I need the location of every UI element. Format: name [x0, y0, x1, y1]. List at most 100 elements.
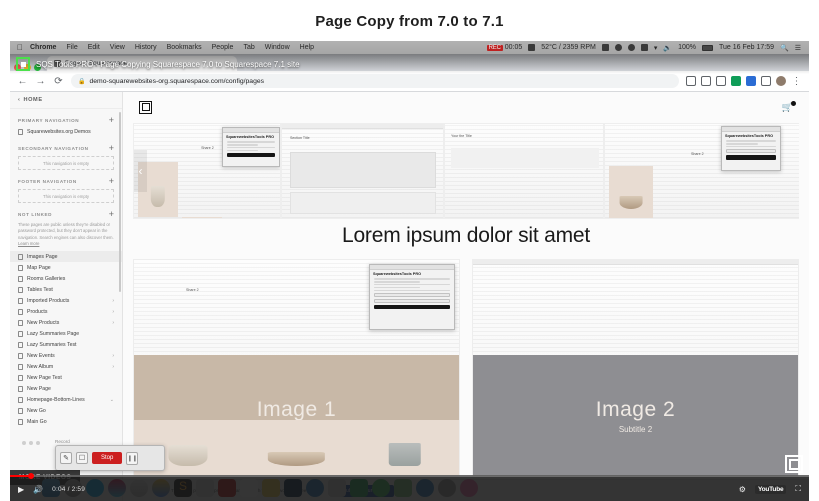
chevron-right-icon[interactable]: ›	[112, 353, 114, 359]
panel-grid-row[interactable]	[290, 192, 436, 214]
menubar-item-history[interactable]: History	[130, 44, 162, 51]
not-linked-page-list[interactable]: Images Page Map Page Rooms Galleries Tables…	[10, 251, 122, 427]
site-preview[interactable]: 🛒 Share 2 ‹ SquarewebsitesTools PRO Sect…	[123, 92, 809, 501]
video-player[interactable]:  Chrome File Edit View History Bookmark…	[10, 41, 809, 501]
menubar-battery[interactable]: 100%	[675, 44, 699, 51]
sidebar-item-squarewebsites-demos[interactable]: Squarewebsites.org Demos	[10, 126, 122, 137]
product-thumb[interactable]	[242, 419, 351, 476]
sidebar-home-link[interactable]: ‹ HOME	[10, 92, 122, 109]
sidebar-item-products[interactable]: Products ›	[10, 306, 122, 317]
panel-primary-button[interactable]	[227, 152, 275, 158]
menubar-item-bookmarks[interactable]: Bookmarks	[162, 44, 207, 51]
panel-primary-button[interactable]	[726, 155, 776, 160]
recorder-pause-button[interactable]: ❙❙	[126, 451, 139, 465]
youtube-logo[interactable]: YouTube	[754, 484, 787, 494]
sidebar-item-images-page[interactable]: Images Page	[10, 251, 122, 263]
product-thumb[interactable]	[657, 218, 701, 219]
sidebar-item-rooms-galleries[interactable]: Rooms Galleries	[10, 273, 122, 284]
panel-primary-button[interactable]	[374, 304, 450, 310]
sidebar-item-new-page-test[interactable]: New Page Test	[10, 372, 122, 383]
recorder-stop-button[interactable]: Stop	[92, 452, 123, 464]
youtube-controls-bar[interactable]: ▶ 🔊 0:04 / 2:59 ⚙ YouTube ⛶	[10, 473, 809, 501]
carousel-panel-3[interactable]: Your the Title	[444, 123, 604, 219]
keyboard-flag-icon[interactable]	[638, 44, 651, 51]
bookmark-icon[interactable]	[701, 76, 711, 86]
panel-button[interactable]	[726, 148, 776, 154]
product-thumb[interactable]	[350, 419, 459, 476]
product-thumb[interactable]	[609, 166, 653, 218]
plus-icon[interactable]: +	[109, 210, 114, 219]
gear-icon[interactable]: ⚙	[739, 485, 746, 494]
carousel-panel-2[interactable]: Section Title	[281, 123, 444, 219]
carousel-panel-4[interactable]: Share 2 SquarewebsitesTools PRO	[604, 123, 799, 219]
image-hero-2[interactable]: Image 2 Subtitle 2	[473, 355, 798, 476]
sidebar-item-lazy-summaries-test[interactable]: Lazy Summaries Test	[10, 339, 122, 350]
pro-tools-panel[interactable]: SquarewebsitesTools PRO	[369, 264, 455, 330]
reload-icon[interactable]: ⟳	[53, 76, 64, 87]
plus-icon[interactable]: +	[109, 116, 114, 125]
sidebar-item-lazy-summaries-page[interactable]: Lazy Summaries Page	[10, 328, 122, 339]
sidebar-item-tables-test[interactable]: Tables Test	[10, 284, 122, 295]
back-icon[interactable]: ←	[17, 76, 28, 87]
menubar-cpu-temp[interactable]: 52°C / 2359 RPM	[538, 44, 599, 51]
extension-blue-icon[interactable]	[746, 76, 756, 86]
play-icon[interactable]: ▶	[18, 485, 24, 494]
sidebar-item-new-events[interactable]: New Events ›	[10, 350, 122, 361]
sidebar-item-homepage-bottom-lines[interactable]: Homepage-Bottom-Lines ⌄	[10, 394, 122, 405]
menubar-item-people[interactable]: People	[207, 44, 239, 51]
menubar-item-help[interactable]: Help	[295, 44, 319, 51]
address-bar[interactable]: 🔒 demo-squarewebsites-org.squarespace.co…	[71, 74, 679, 88]
product-thumb[interactable]	[182, 217, 222, 218]
volume-icon[interactable]: 🔈	[660, 44, 675, 52]
bluetooth-icon[interactable]	[612, 44, 625, 51]
chevron-right-icon[interactable]: ›	[112, 364, 114, 370]
panel-button[interactable]	[374, 292, 450, 297]
sidebar-scrollbar[interactable]	[119, 112, 121, 292]
plus-icon[interactable]: +	[109, 144, 114, 153]
menubar-item-tab[interactable]: Tab	[238, 44, 259, 51]
menubar-clock[interactable]: Tue 16 Feb 17:59	[716, 44, 777, 51]
gallery-carousel[interactable]: Share 2 ‹ SquarewebsitesTools PRO Sectio…	[133, 123, 799, 219]
squarespace-logo-icon[interactable]	[139, 100, 152, 114]
preview-card-image-2[interactable]: Image 2 Subtitle 2	[472, 259, 799, 477]
chevron-right-icon[interactable]: ›	[112, 298, 114, 304]
extension-outline-icon[interactable]	[761, 76, 771, 86]
preview-card-image-1[interactable]: Share 2 Image 1 Subtitle 1 Square	[133, 259, 460, 477]
chevron-right-icon[interactable]: ›	[112, 309, 114, 315]
channel-watermark-icon[interactable]	[785, 455, 803, 473]
carousel-prev-button[interactable]: ‹	[134, 150, 147, 193]
panel-card-row[interactable]	[290, 152, 436, 188]
chevron-right-icon[interactable]: ›	[112, 320, 114, 326]
menubar-item-window[interactable]: Window	[260, 44, 295, 51]
panel-button[interactable]	[374, 298, 450, 304]
shopping-cart-icon[interactable]: 🛒	[782, 100, 796, 113]
chrome-menu-icon[interactable]: ⋮	[791, 76, 802, 87]
share-icon[interactable]	[686, 76, 696, 86]
pen-icon[interactable]: ✎	[60, 452, 72, 464]
pro-tools-panel[interactable]: SquarewebsitesTools PRO	[222, 127, 280, 167]
sidebar-item-new-go[interactable]: New Go	[10, 405, 122, 416]
extension-green-icon[interactable]	[731, 76, 741, 86]
spotlight-icon[interactable]: 🔍	[777, 44, 792, 52]
menubar-item-file[interactable]: File	[61, 44, 82, 51]
sidebar-item-new-page[interactable]: New Page	[10, 383, 122, 394]
sidebar-item-main-go[interactable]: Main Go	[10, 416, 122, 427]
sidebar-item-new-album[interactable]: New Album ›	[10, 361, 122, 372]
menubar-item-view[interactable]: View	[105, 44, 130, 51]
timemachine-icon[interactable]	[625, 44, 638, 51]
chevron-right-icon[interactable]: ⌄	[110, 397, 114, 403]
search-icon[interactable]	[716, 76, 726, 86]
wifi-icon[interactable]: ▾	[651, 44, 661, 52]
carousel-panel-1[interactable]: Share 2 ‹ SquarewebsitesTools PRO	[133, 123, 281, 219]
fullscreen-icon[interactable]: ⛶	[795, 484, 801, 494]
forward-icon[interactable]: →	[35, 76, 46, 87]
printer-icon[interactable]	[599, 44, 612, 51]
menubar-app-name[interactable]: Chrome	[25, 44, 61, 51]
channel-avatar[interactable]	[16, 57, 30, 71]
learn-more-link[interactable]: Learn more	[18, 241, 39, 246]
pro-tools-panel[interactable]: SquarewebsitesTools PRO	[721, 126, 781, 171]
avatar[interactable]	[776, 76, 786, 86]
sidebar-item-map-page[interactable]: Map Page	[10, 262, 122, 273]
recorder-toolbar[interactable]: ✎ ☐ Stop ❙❙	[55, 445, 165, 471]
apple-menu-icon[interactable]: 	[15, 43, 25, 52]
